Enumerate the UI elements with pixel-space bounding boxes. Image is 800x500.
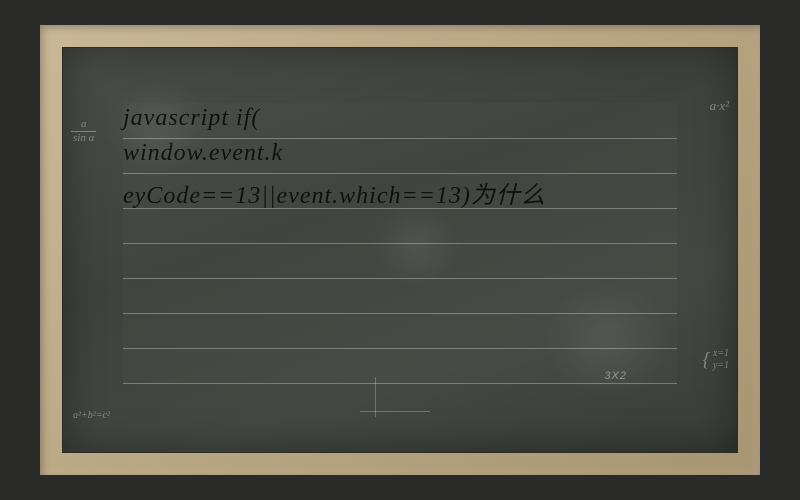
axis-sketch-icon xyxy=(360,372,440,422)
chalkboard-frame: a sin α a²+b²=c² a·x² { x=1 y=1 xyxy=(40,25,760,475)
code-text-line-2: window.event.k xyxy=(123,140,283,167)
text-content-area: javascript if( window.event.k eyCode==13… xyxy=(123,103,677,383)
equation-line: x=1 xyxy=(713,348,729,360)
code-text-line-1: javascript if( xyxy=(123,105,260,132)
chalkboard-surface: a sin α a²+b²=c² a·x² { x=1 y=1 xyxy=(62,47,738,453)
decoration-formula-system: { x=1 y=1 xyxy=(702,348,729,372)
ruled-line xyxy=(123,313,677,314)
decoration-formula-quadratic: a·x² xyxy=(710,98,729,114)
fraction-numerator: a xyxy=(71,118,96,132)
x-axis-line xyxy=(360,411,430,412)
ruled-line xyxy=(123,278,677,279)
ruled-line xyxy=(123,243,677,244)
brace-icon: { xyxy=(702,349,710,371)
decoration-formula-pythagoras: a²+b²=c² xyxy=(73,410,110,422)
y-axis-line xyxy=(375,377,376,417)
fraction-denominator: sin α xyxy=(71,132,96,145)
decoration-formula-fraction: a sin α xyxy=(71,118,96,145)
equation-line: y=1 xyxy=(713,360,729,372)
ruled-line xyxy=(123,173,677,174)
code-text-line-3: eyCode==13||event.which==13)为什么 xyxy=(123,175,546,210)
ruled-line xyxy=(123,348,677,349)
ruled-line xyxy=(123,138,677,139)
dimension-label: 3X2 xyxy=(604,370,627,382)
